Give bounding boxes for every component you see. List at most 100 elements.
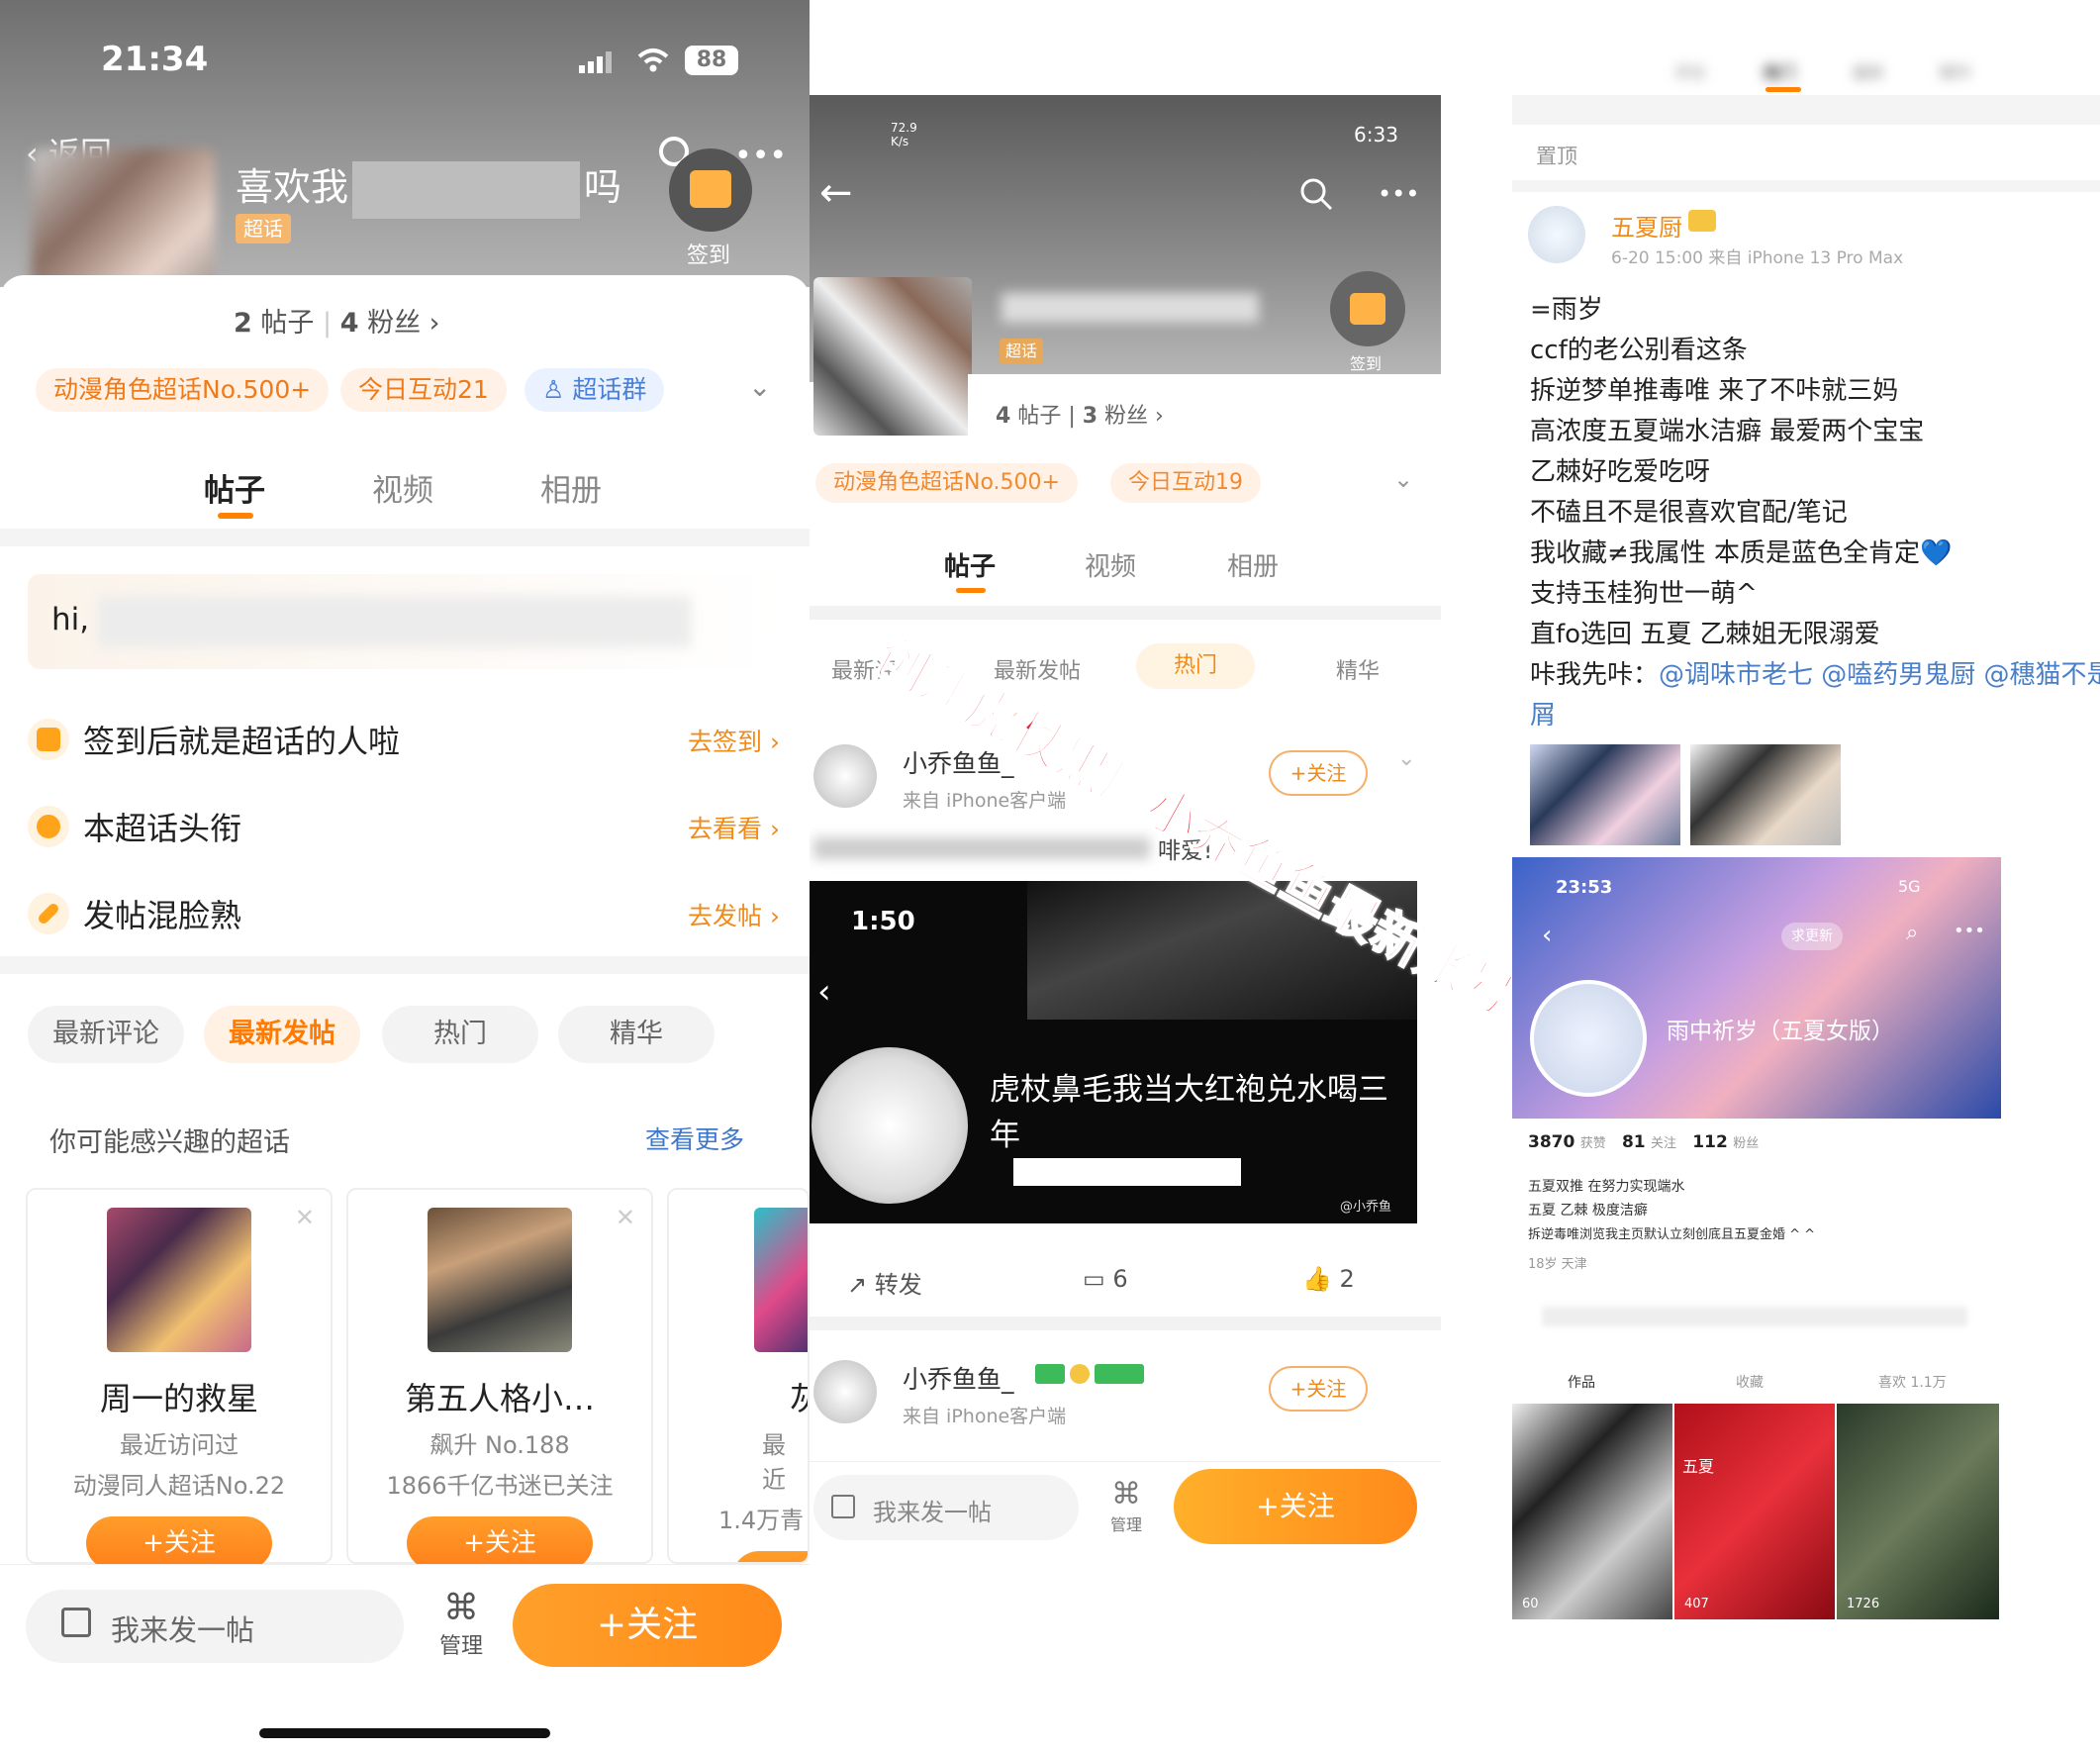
- top-tab[interactable]: 热门: [1764, 59, 1795, 83]
- task-action[interactable]: 去发帖 ›: [688, 897, 780, 932]
- stats-line[interactable]: 2 帖子 | 4 粉丝 ›: [234, 301, 439, 340]
- battery-level: 88: [696, 48, 727, 72]
- post-username[interactable]: 小乔鱼鱼_: [903, 1360, 1014, 1396]
- interaction-chip[interactable]: 今日互动19: [1110, 463, 1261, 503]
- tab-videos[interactable]: 视频: [372, 465, 433, 510]
- embedded-profile-screenshot[interactable]: 23:53 5G ‹ 求更新 ⌕ ••• 雨中祈岁（五夏女版） 3870 获赞 …: [1512, 857, 2001, 1629]
- fans-count: 4: [339, 308, 359, 339]
- suggest-card[interactable]: ✕ 第五人格小… 飙升 No.188 1866千亿书迷已关注 +关注: [346, 1188, 653, 1570]
- task-action[interactable]: 去签到 ›: [688, 723, 780, 758]
- card-line2: 动漫同人超话No.22: [72, 1472, 286, 1500]
- card-line1: 最近: [762, 1431, 786, 1494]
- section-divider: [810, 1317, 1441, 1330]
- post-mentions-tail[interactable]: 屑: [1530, 695, 1556, 732]
- task-post[interactable]: 发帖混脸熟 去发帖 ›: [28, 883, 780, 942]
- follow-button[interactable]: +关注: [513, 1584, 782, 1667]
- search-icon[interactable]: [1298, 176, 1334, 212]
- group-chip[interactable]: ♙ 超话群: [525, 368, 665, 412]
- close-icon[interactable]: ✕: [616, 1204, 635, 1231]
- suggest-more-link[interactable]: 查看更多: [645, 1121, 744, 1156]
- filter-featured[interactable]: 精华: [558, 1006, 715, 1063]
- manage-button[interactable]: ⌘ 管理: [1102, 1477, 1150, 1535]
- tab-posts[interactable]: 帖子: [944, 546, 996, 583]
- interaction-chip[interactable]: 今日互动21: [340, 368, 507, 412]
- grid-overlay-text: 五夏: [1682, 1457, 1715, 1476]
- card-follow-button[interactable]: +关注: [86, 1516, 272, 1570]
- post-input[interactable]: 我来发一帖: [26, 1590, 404, 1663]
- expand-chevron-icon[interactable]: ⌄: [748, 370, 771, 403]
- stats-line[interactable]: 4 帖子 | 3 粉丝 ›: [996, 398, 1164, 430]
- post-placeholder: 我来发一帖: [111, 1613, 255, 1647]
- filter-latest-post[interactable]: 最新发帖: [204, 1006, 360, 1063]
- tab-posts[interactable]: 帖子: [204, 465, 265, 510]
- post-avatar: [1528, 206, 1585, 263]
- profile-stats: 3870 获赞 81 关注 112 粉丝: [1528, 1132, 1759, 1152]
- post-image[interactable]: [1530, 744, 1680, 845]
- profile-bio-1: 五夏双推 在努力实现端水: [1528, 1179, 1685, 1195]
- back-chevron-icon: ‹: [1542, 921, 1553, 950]
- comment-button[interactable]: ▭ 6: [1083, 1265, 1128, 1293]
- top-tab[interactable]: 评论: [1674, 59, 1706, 83]
- signal-icon: [579, 51, 613, 73]
- task-checkin[interactable]: 签到后就是超话的人啦 去签到 ›: [28, 709, 780, 768]
- filter-latest-comment[interactable]: 最新评论: [28, 1006, 184, 1063]
- more-icon[interactable]: •••: [1378, 180, 1419, 208]
- grid-thumb: 五夏 407: [1674, 1404, 1835, 1619]
- video-caption-redacted: [1013, 1158, 1241, 1186]
- profile-avatar: [1530, 980, 1647, 1097]
- tab-videos[interactable]: 视频: [1085, 546, 1136, 583]
- profile-tags: 18岁 天津: [1528, 1257, 1587, 1272]
- posts-label: 帖子: [1017, 404, 1062, 429]
- tab-albums[interactable]: 相册: [1227, 546, 1279, 583]
- blurred-bar: [1542, 1307, 1967, 1326]
- like-button[interactable]: 👍 2: [1302, 1265, 1355, 1293]
- tab-albums[interactable]: 相册: [540, 465, 602, 510]
- collapse-chevron-icon[interactable]: ⌄: [1397, 746, 1415, 771]
- grid-count: 60: [1522, 1597, 1539, 1611]
- filter-featured[interactable]: 精华: [1336, 653, 1380, 685]
- post-text-redacted: [813, 837, 1150, 859]
- group-icon: ♙: [542, 375, 573, 404]
- rank-chip[interactable]: 动漫角色超话No.500+: [815, 463, 1078, 503]
- suggest-card[interactable]: 灰 最近 1.4万青 +: [667, 1188, 810, 1564]
- follow-button[interactable]: +关注: [1174, 1469, 1417, 1544]
- post-input[interactable]: 我来发一帖: [813, 1475, 1079, 1540]
- tab-underline: [1766, 87, 1801, 92]
- card-name: 周一的救星: [99, 1380, 258, 1417]
- suggest-card[interactable]: ✕ 周一的救星 最近访问过 动漫同人超话No.22 +关注: [26, 1188, 333, 1570]
- fans-label: 粉丝: [367, 308, 422, 339]
- checkin-button[interactable]: [669, 148, 752, 232]
- filter-hot[interactable]: 热门: [1136, 643, 1255, 689]
- calendar-icon: [1350, 293, 1385, 325]
- top-tab[interactable]: 精华: [1940, 59, 1971, 83]
- task-title[interactable]: 本超话头衔 去看看 ›: [28, 796, 780, 855]
- post-line: 支持玉桂狗世一萌^: [1530, 579, 1758, 609]
- post-placeholder: 我来发一帖: [873, 1499, 992, 1526]
- grid-thumb: 1726: [1837, 1404, 1999, 1619]
- rank-chip[interactable]: 动漫角色超话No.500+: [36, 368, 330, 412]
- filter-hot[interactable]: 热门: [382, 1006, 538, 1063]
- expand-chevron-icon[interactable]: ⌄: [1393, 465, 1413, 493]
- task-action[interactable]: 去看看 ›: [688, 810, 780, 845]
- post-follow-button[interactable]: +关注: [1269, 1366, 1368, 1412]
- post-follow-button[interactable]: +关注: [1269, 750, 1368, 796]
- post-line: ccf的老公别看这条: [1530, 336, 1748, 365]
- section-divider: [0, 529, 810, 546]
- badge-icon: [28, 806, 69, 847]
- post-image[interactable]: [1690, 744, 1841, 845]
- crown-icon: [1688, 210, 1716, 232]
- close-icon[interactable]: ✕: [295, 1204, 315, 1231]
- card-follow-button[interactable]: +关注: [407, 1516, 593, 1570]
- back-arrow-icon[interactable]: ←: [819, 170, 853, 216]
- video-time: 1:50: [851, 907, 915, 936]
- repost-button[interactable]: ↗ 转发: [847, 1265, 922, 1300]
- profile-bio-2: 五夏 乙棘 极度洁癖: [1528, 1203, 1648, 1219]
- top-tab[interactable]: 最新: [1853, 59, 1884, 83]
- back-chevron-icon: ‹: [817, 972, 831, 1012]
- post-username[interactable]: 五夏厨: [1611, 208, 1682, 243]
- checkin-button[interactable]: [1330, 271, 1405, 346]
- manage-button[interactable]: ⌘ 管理: [431, 1588, 491, 1660]
- mention-links[interactable]: @调味市老七 @嗑药男鬼厨 @穗猫不是: [1659, 660, 2100, 690]
- card-follow-button[interactable]: +: [732, 1551, 808, 1562]
- command-icon: ⌘: [443, 1588, 479, 1628]
